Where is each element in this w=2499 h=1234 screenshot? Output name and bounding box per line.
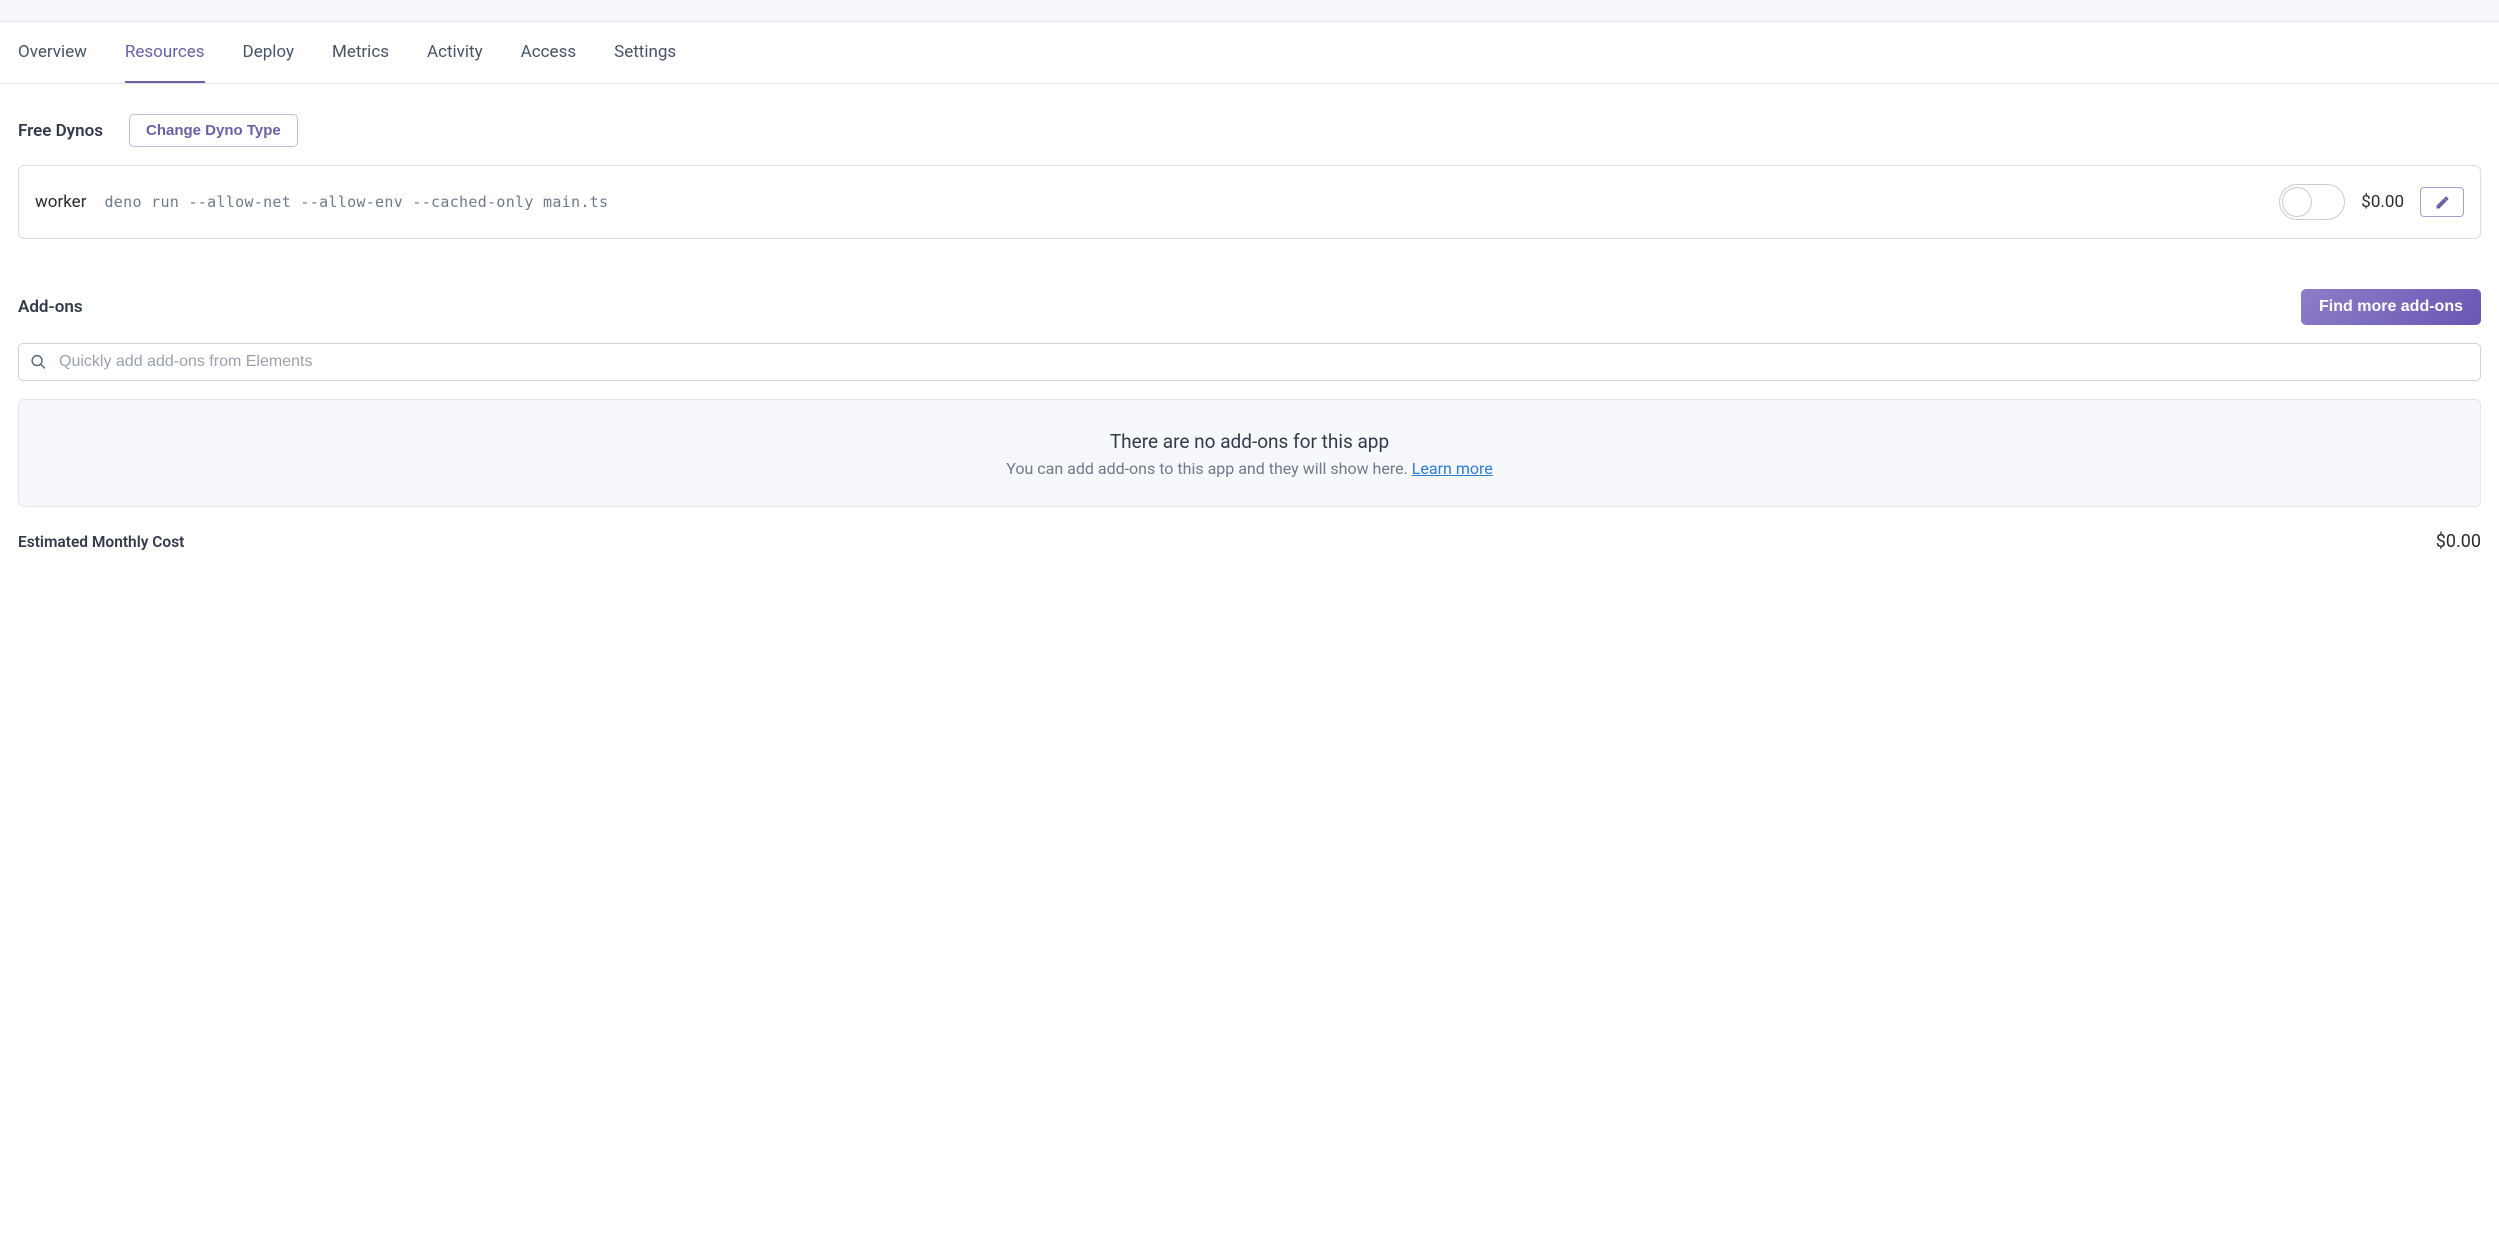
- search-icon: [30, 354, 47, 371]
- edit-dyno-button[interactable]: [2420, 187, 2464, 217]
- dyno-process-type: worker: [35, 192, 86, 212]
- dynos-title: Free Dynos: [18, 121, 103, 141]
- tab-settings[interactable]: Settings: [614, 22, 676, 83]
- addons-search-input[interactable]: [18, 343, 2481, 381]
- addons-title: Add-ons: [18, 297, 83, 317]
- addons-empty-text: You can add add-ons to this app and they…: [1006, 459, 1412, 478]
- addons-empty-title: There are no add-ons for this app: [39, 430, 2460, 453]
- dynos-section-header: Free Dynos Change Dyno Type: [18, 114, 2481, 147]
- tab-metrics[interactable]: Metrics: [332, 22, 389, 83]
- app-tabs: Overview Resources Deploy Metrics Activi…: [0, 22, 2499, 84]
- change-dyno-type-button[interactable]: Change Dyno Type: [129, 114, 298, 147]
- dyno-controls: $0.00: [2279, 184, 2464, 220]
- dyno-cost: $0.00: [2361, 192, 2404, 212]
- pencil-icon: [2435, 195, 2450, 210]
- find-more-addons-button[interactable]: Find more add-ons: [2301, 289, 2481, 325]
- dyno-row: worker deno run --allow-net --allow-env …: [18, 165, 2481, 239]
- dyno-toggle[interactable]: [2279, 184, 2345, 220]
- tab-deploy[interactable]: Deploy: [243, 22, 294, 83]
- addons-section-header: Add-ons Find more add-ons: [18, 289, 2481, 325]
- estimated-cost-label: Estimated Monthly Cost: [18, 533, 184, 551]
- addons-empty-state: There are no add-ons for this app You ca…: [18, 399, 2481, 507]
- tab-resources[interactable]: Resources: [125, 22, 205, 83]
- top-header-strip: [0, 0, 2499, 22]
- addons-search-wrap: [18, 343, 2481, 381]
- learn-more-link[interactable]: Learn more: [1412, 459, 1493, 478]
- tab-overview[interactable]: Overview: [18, 22, 87, 83]
- addons-empty-subtitle: You can add add-ons to this app and they…: [39, 459, 2460, 478]
- estimated-cost-value: $0.00: [2436, 531, 2481, 552]
- tab-activity[interactable]: Activity: [427, 22, 483, 83]
- toggle-knob: [2282, 187, 2312, 217]
- tab-access[interactable]: Access: [521, 22, 576, 83]
- dyno-command: deno run --allow-net --allow-env --cache…: [104, 193, 2279, 211]
- estimated-cost-row: Estimated Monthly Cost $0.00: [18, 531, 2481, 552]
